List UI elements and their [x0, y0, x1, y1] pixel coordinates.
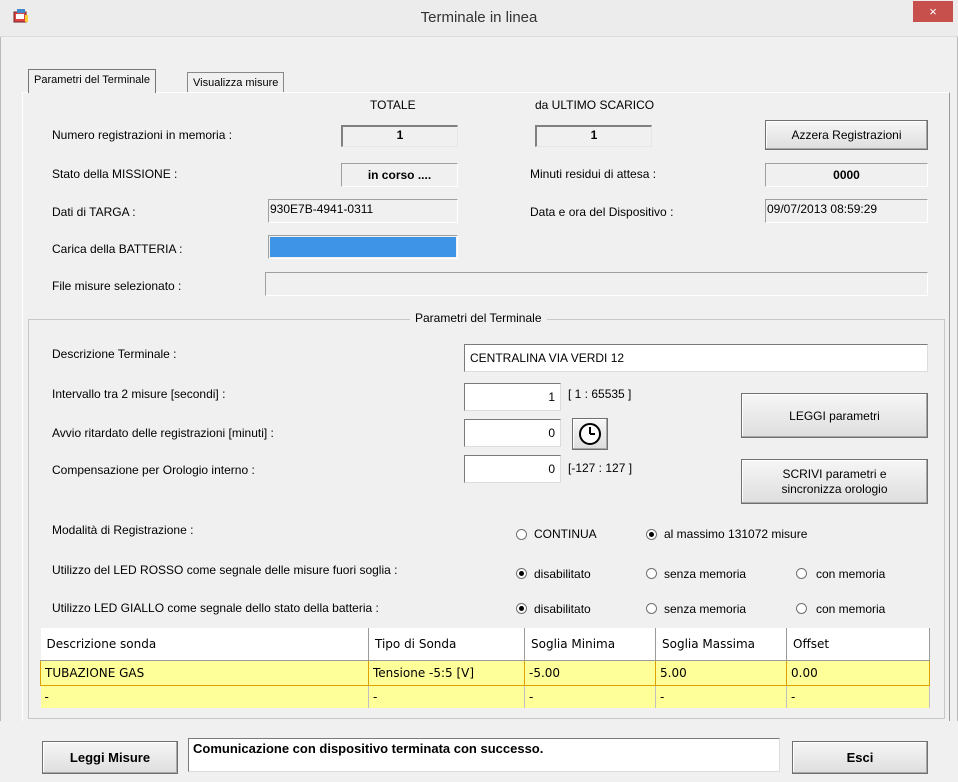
scrivi-line2: sincronizza orologio: [781, 481, 888, 496]
num-reg-total: 1: [341, 125, 458, 147]
header-ultimo-scarico: da ULTIMO SCARICO: [535, 98, 655, 112]
targa-label: Dati di TARGA :: [52, 205, 136, 219]
batteria-label: Carica della BATTERIA :: [52, 242, 183, 256]
num-reg-last: 1: [535, 125, 652, 147]
minuti-residui-label: Minuti residui di attesa :: [530, 167, 657, 181]
radio-al-massimo[interactable]: [646, 529, 657, 540]
radio-giallo-senza-memoria[interactable]: [646, 603, 657, 614]
modalita-label: Modalità di Registrazione :: [52, 523, 194, 537]
radio-continua[interactable]: [516, 529, 527, 540]
radio-rosso-disabilitato[interactable]: [516, 568, 527, 579]
targa-value: 930E7B-4941-0311: [268, 199, 458, 223]
cell-soglia-min[interactable]: -5.00: [524, 660, 656, 686]
cell-descrizione[interactable]: -: [40, 685, 369, 708]
radio-giallo-con-memoria[interactable]: [796, 603, 807, 614]
stato-missione-label: Stato della MISSIONE :: [52, 167, 178, 181]
data-ora-value: 09/07/2013 08:59:29: [765, 199, 928, 223]
radio-rosso-disabilitato-label: disabilitato: [534, 567, 591, 581]
radio-rosso-senza-memoria[interactable]: [646, 568, 657, 579]
header-totale: TOTALE: [370, 98, 416, 112]
radio-giallo-disabilitato[interactable]: [516, 603, 527, 614]
cell-soglia-max[interactable]: -: [655, 685, 787, 708]
col-offset[interactable]: Offset: [786, 628, 930, 661]
compensazione-label: Compensazione per Orologio interno :: [52, 463, 255, 477]
num-reg-label: Numero registrazioni in memoria :: [52, 128, 233, 142]
file-misure-label: File misure selezionato :: [52, 279, 182, 293]
window-title: Terminale in linea: [420, 9, 538, 26]
intervallo-input[interactable]: 1: [464, 383, 561, 411]
intervallo-label: Intervallo tra 2 misure [secondi] :: [52, 387, 226, 401]
radio-giallo-senza-memoria-label: senza memoria: [664, 602, 747, 616]
cell-tipo[interactable]: Tensione -5:5 [V]: [368, 660, 525, 686]
intervallo-range: [ 1 : 65535 ]: [568, 387, 632, 401]
minuti-residui-value: 0000: [765, 163, 928, 187]
radio-al-massimo-label: al massimo 131072 misure: [664, 527, 808, 541]
compensazione-range: [-127 : 127 ]: [568, 461, 633, 475]
tab-parametri[interactable]: Parametri del Terminale: [28, 69, 156, 93]
cell-tipo[interactable]: -: [368, 685, 525, 708]
file-misure-value: [265, 272, 928, 296]
azzera-registrazioni-button[interactable]: Azzera Registrazioni: [765, 120, 928, 150]
cell-offset[interactable]: 0.00: [786, 660, 930, 686]
radio-rosso-senza-memoria-label: senza memoria: [664, 567, 747, 581]
descrizione-input[interactable]: CENTRALINA VIA VERDI 12: [464, 344, 928, 372]
scrivi-line1: SCRIVI parametri e: [782, 466, 887, 481]
batteria-fill: [270, 237, 456, 257]
avvio-label: Avvio ritardato delle registrazioni [min…: [52, 426, 274, 440]
radio-rosso-con-memoria-label: con memoria: [816, 567, 886, 581]
leggi-misure-button[interactable]: Leggi Misure: [42, 741, 178, 774]
stato-missione-value: in corso ....: [341, 163, 458, 187]
clock-icon: [579, 423, 601, 445]
led-giallo-label: Utilizzo LED GIALLO come segnale dello s…: [52, 601, 379, 615]
esci-button[interactable]: Esci: [792, 741, 928, 774]
cell-soglia-min[interactable]: -: [524, 685, 656, 708]
col-soglia-minima[interactable]: Soglia Minima: [524, 628, 656, 661]
cell-descrizione[interactable]: TUBAZIONE GAS: [40, 660, 369, 686]
radio-giallo-con-memoria-label: con memoria: [816, 602, 886, 616]
status-message: Comunicazione con dispositivo terminata …: [188, 738, 780, 772]
col-tipo-sonda[interactable]: Tipo di Sonda: [368, 628, 525, 661]
cell-soglia-max[interactable]: 5.00: [655, 660, 787, 686]
radio-giallo-disabilitato-label: disabilitato: [534, 602, 591, 616]
clock-button[interactable]: [572, 418, 608, 450]
table-row[interactable]: - - - - -: [40, 685, 930, 708]
scrivi-parametri-button[interactable]: SCRIVI parametri e sincronizza orologio: [741, 459, 928, 504]
sonde-table: Descrizione sonda Tipo di Sonda Soglia M…: [40, 628, 930, 708]
led-rosso-label: Utilizzo del LED ROSSO come segnale dell…: [52, 563, 398, 577]
compensazione-input[interactable]: 0: [464, 455, 561, 483]
avvio-input[interactable]: 0: [464, 419, 561, 447]
radio-continua-label: CONTINUA: [534, 527, 597, 541]
col-descrizione-sonda[interactable]: Descrizione sonda: [40, 628, 369, 661]
table-header-row: Descrizione sonda Tipo di Sonda Soglia M…: [40, 628, 930, 661]
parametri-group-title: Parametri del Terminale: [410, 311, 547, 325]
radio-rosso-con-memoria[interactable]: [796, 568, 807, 579]
data-ora-label: Data e ora del Dispositivo :: [530, 205, 674, 219]
descrizione-label: Descrizione Terminale :: [52, 347, 177, 361]
batteria-bar: [268, 235, 458, 259]
title-bar: Terminale in linea ×: [0, 0, 958, 37]
leggi-parametri-button[interactable]: LEGGI parametri: [741, 393, 928, 438]
tab-visualizza-misure[interactable]: Visualizza misure: [187, 72, 285, 92]
table-row[interactable]: TUBAZIONE GAS Tensione -5:5 [V] -5.00 5.…: [40, 660, 930, 686]
close-button[interactable]: ×: [913, 1, 953, 22]
col-soglia-massima[interactable]: Soglia Massima: [655, 628, 787, 661]
cell-offset[interactable]: -: [786, 685, 930, 708]
